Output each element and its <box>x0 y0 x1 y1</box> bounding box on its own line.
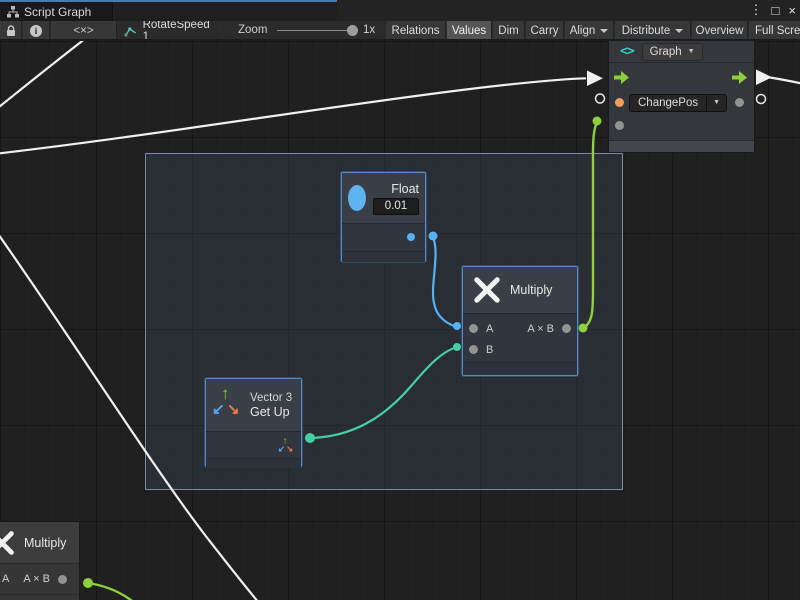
value-port[interactable] <box>615 121 624 130</box>
node-title: Multiply <box>24 536 66 550</box>
close-icon[interactable]: × <box>788 3 796 18</box>
chevron-down-icon <box>675 29 683 33</box>
value-port-row: ChangePos ▼ <box>609 91 754 114</box>
lock-icon <box>6 25 16 37</box>
info-button[interactable]: i <box>23 21 50 40</box>
float-node-header: Float 0.01 <box>342 173 425 223</box>
multiply2-ports: A A × B <box>0 564 79 594</box>
tab-bar: Script Graph ⋮ □ × <box>0 0 800 21</box>
toolbar-button-dim[interactable]: Dim <box>493 21 525 40</box>
node-title: Get Up <box>250 405 292 419</box>
flow-in-arrow-icon <box>587 71 603 87</box>
graph-toolbar: i <×> RotateSpeed 1 Zoom 1x Relations Va… <box>0 21 800 40</box>
maximize-icon[interactable]: □ <box>772 3 780 18</box>
flow-in-port-icon[interactable] <box>614 71 630 84</box>
window-controls: ⋮ □ × <box>750 0 796 20</box>
port-a[interactable] <box>469 324 478 333</box>
multiply-node-header: Multiply <box>463 267 577 313</box>
tab-title: Script Graph <box>24 5 91 19</box>
zoom-label: Zoom <box>238 24 267 36</box>
node-footer <box>342 252 425 262</box>
graph-hierarchy-icon <box>7 6 19 18</box>
code-brackets-icon: <> <box>620 44 634 59</box>
toolbar-button-relations[interactable]: Relations <box>386 21 446 40</box>
vector-port-row: ↑ ↙ ↘ <box>206 432 301 458</box>
float-type-icon <box>348 185 366 211</box>
graph-node-footer <box>609 140 754 152</box>
node-multiply[interactable]: Multiply A A × B B <box>462 266 578 376</box>
node-float[interactable]: Float 0.01 <box>341 172 426 262</box>
chevron-down-icon: ▼ <box>688 48 695 55</box>
multiply-ports: A A × B B <box>463 314 577 362</box>
chevron-down-icon: ▼ <box>707 95 726 111</box>
wire-white-flow-out <box>770 78 800 85</box>
chevron-down-icon <box>600 29 608 33</box>
multiply-x-icon <box>473 276 501 304</box>
port-out[interactable] <box>58 575 67 584</box>
wire-green-bottomleft <box>88 583 158 600</box>
node-title: Multiply <box>510 283 552 297</box>
window-menu-icon[interactable]: ⋮ <box>750 2 763 18</box>
script-graph-icon <box>124 25 137 37</box>
changepos-dropdown[interactable]: ChangePos ▼ <box>629 94 727 112</box>
toolbar-button-align[interactable]: Align <box>565 21 614 40</box>
float-port-row <box>342 224 425 251</box>
wire-endpoint[interactable] <box>593 117 602 126</box>
tab-bar-spacer <box>114 2 337 21</box>
vector3-out-port-icon[interactable]: ↑ ↙ ↘ <box>278 437 287 446</box>
breadcrumb[interactable]: RotateSpeed 1 <box>118 21 218 40</box>
node-multiply-2[interactable]: Multiply A A × B <box>0 521 80 600</box>
toolbar-button-carry[interactable]: Carry <box>526 21 564 40</box>
node-vector3-getup[interactable]: ↑ ↙ ↘ Vector 3 Get Up ↑ ↙ ↘ <box>205 378 302 467</box>
float-value-field[interactable]: 0.01 <box>373 198 419 215</box>
multiply-x-icon <box>0 530 15 556</box>
node-footer <box>206 459 301 468</box>
node-title: Float <box>391 182 419 196</box>
toolbar-button-overview[interactable]: Overview <box>692 21 748 40</box>
graph-node-header: <> Graph ▼ <box>609 41 754 63</box>
wire-white-flow-in <box>0 78 586 154</box>
breadcrumb-label: RotateSpeed 1 <box>143 21 217 40</box>
zoom-slider-handle[interactable] <box>347 25 358 36</box>
node-footer <box>463 362 577 375</box>
vector-node-header: ↑ ↙ ↘ Vector 3 Get Up <box>206 379 301 431</box>
port-ring-right[interactable] <box>757 95 766 104</box>
wire-white-topleft <box>0 41 90 111</box>
graph-dropdown[interactable]: Graph ▼ <box>642 43 703 61</box>
node-subtitle: Vector 3 <box>250 392 292 404</box>
extra-port-row <box>609 114 754 137</box>
flow-out-arrow-icon <box>756 70 772 86</box>
node-graph-changepos[interactable]: <> Graph ▼ ChangePos ▼ <box>608 41 755 153</box>
vector3-icon: ↑ ↙ ↘ <box>212 387 244 423</box>
wire-endpoint[interactable] <box>83 578 93 588</box>
port-out[interactable] <box>562 324 571 333</box>
port-ring-left[interactable] <box>596 94 605 103</box>
info-icon: i <box>30 25 42 37</box>
float-out-port[interactable] <box>407 233 415 241</box>
toolbar-button-values[interactable]: Values <box>447 21 492 40</box>
port-b[interactable] <box>469 345 478 354</box>
toolbar-button-distribute[interactable]: Distribute <box>615 21 691 40</box>
flow-port-row <box>609 63 754 91</box>
multiply-node-header: Multiply <box>0 522 79 563</box>
value-out-port[interactable] <box>735 98 744 107</box>
tab-script-graph[interactable]: Script Graph <box>0 2 113 21</box>
code-icon: <×> <box>73 25 93 37</box>
orange-value-port[interactable] <box>615 98 624 107</box>
code-view-button[interactable]: <×> <box>51 21 117 40</box>
zoom-value: 1x <box>363 24 375 36</box>
toolbar-button-fullscreen[interactable]: Full Screen <box>749 21 800 40</box>
lock-button[interactable] <box>0 21 22 40</box>
flow-out-port-icon[interactable] <box>732 71 748 84</box>
zoom-slider-track[interactable] <box>277 30 358 31</box>
graph-canvas[interactable]: <> Graph ▼ ChangePos ▼ <box>0 41 800 600</box>
